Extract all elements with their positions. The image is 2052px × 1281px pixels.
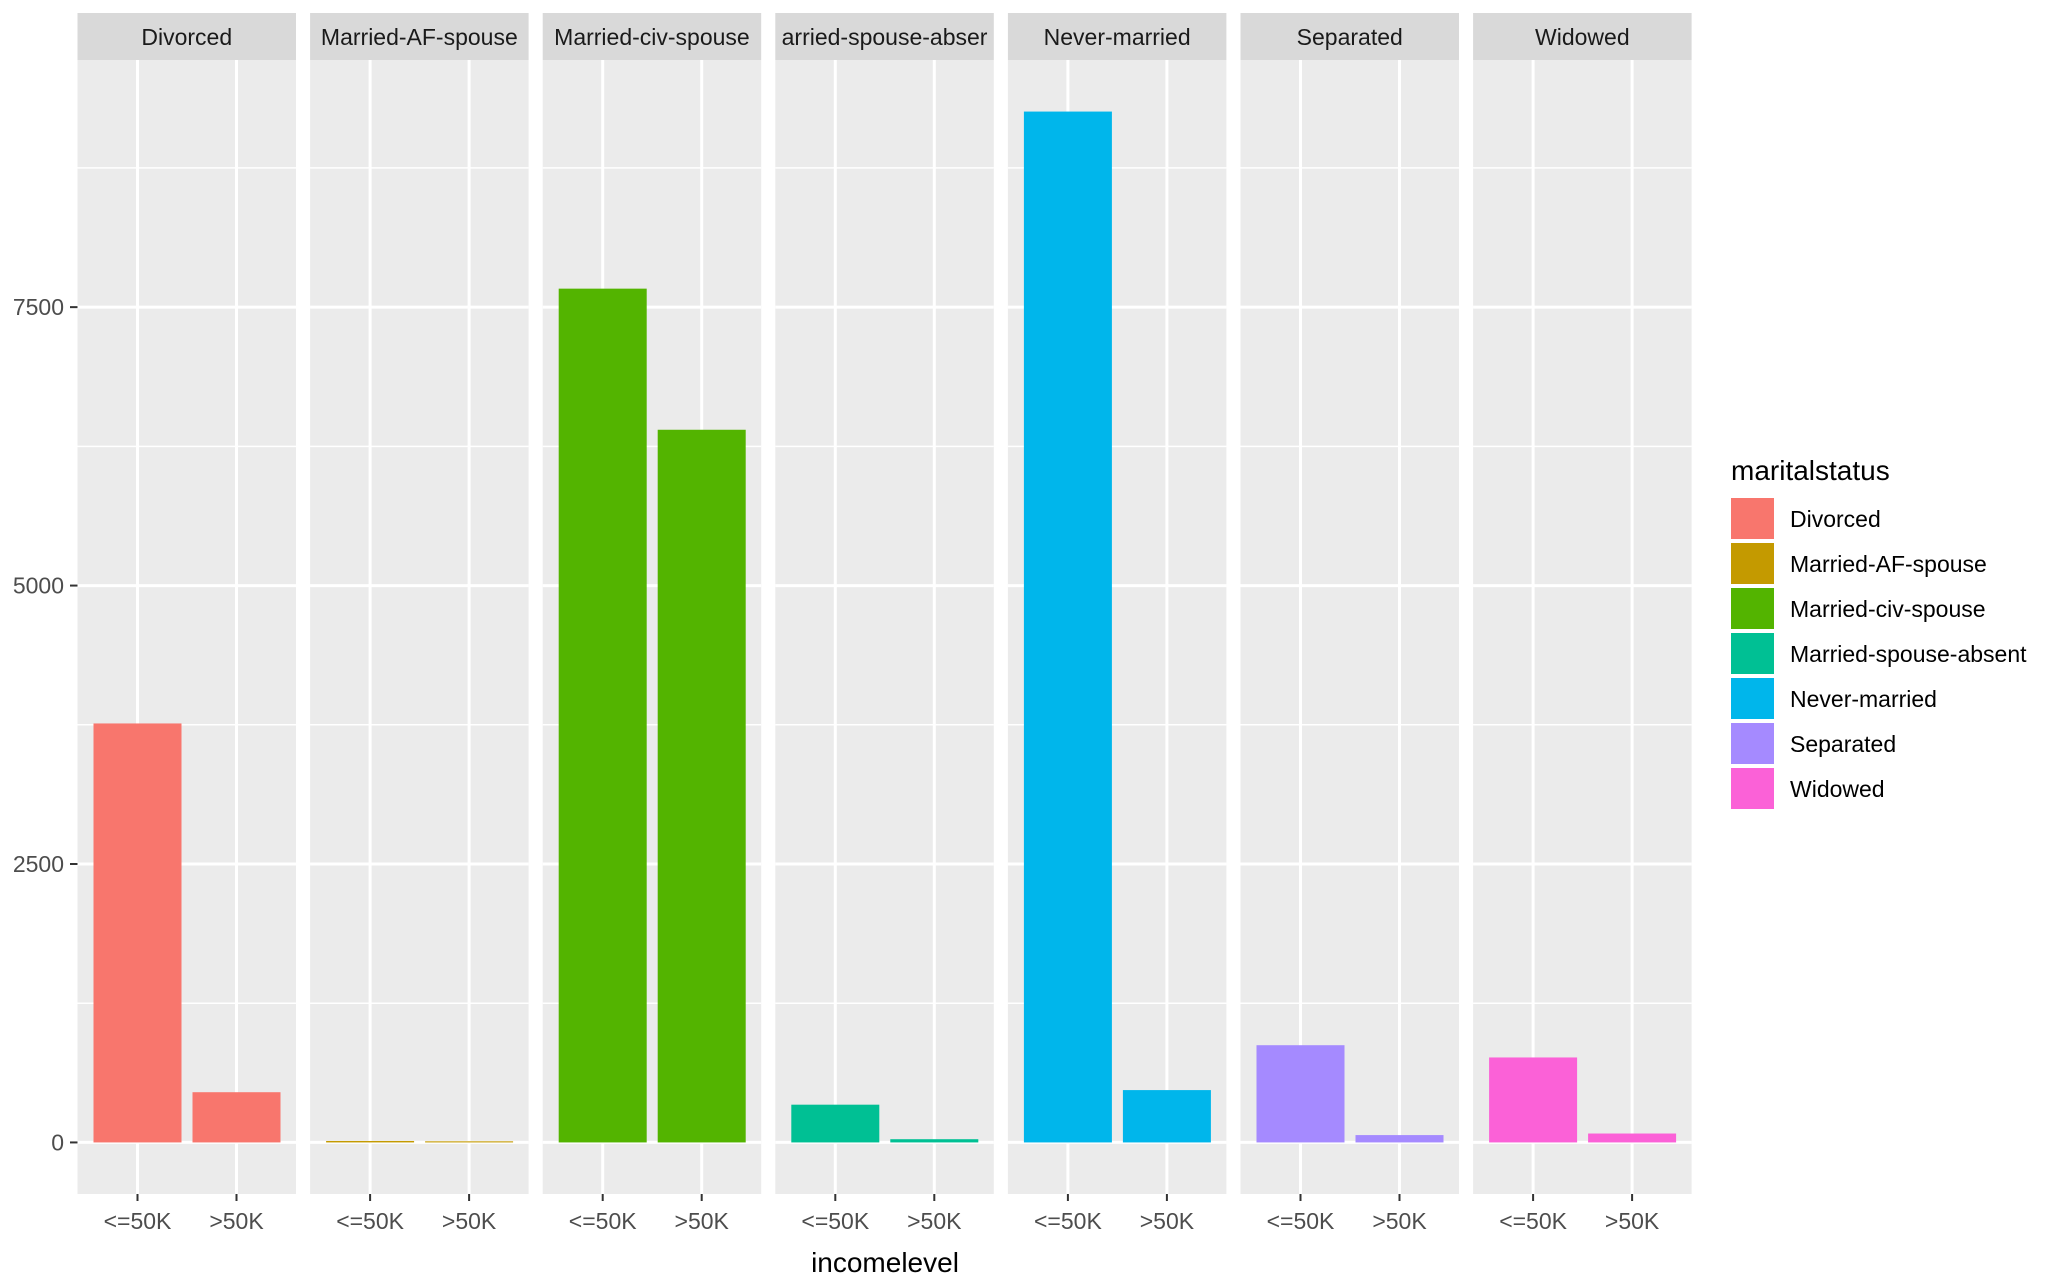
bar-gt50k	[1355, 1135, 1444, 1143]
legend-key	[1731, 588, 1774, 629]
y-tick-label: 7500	[13, 294, 64, 320]
x-tick-label: <=50K	[1267, 1208, 1335, 1234]
bar-gt50k	[657, 429, 746, 1143]
legend-label: Widowed	[1790, 776, 1885, 802]
legend-title: maritalstatus	[1731, 455, 1890, 486]
facet-panel: Never-married <=50K >50K	[1007, 13, 1227, 1234]
x-tick-label: <=50K	[336, 1208, 404, 1234]
x-tick-label: <=50K	[1034, 1208, 1102, 1234]
bar-le50k	[1256, 1045, 1345, 1143]
facet-panel: Separated <=50K >50K	[1240, 13, 1459, 1234]
bar-gt50k	[1588, 1133, 1677, 1143]
panel-background	[1240, 60, 1459, 1194]
faceted-bar-chart: Divorced <=50K >50K Married-AF-spouse <=50K >…	[13, 13, 2027, 1278]
facet-strip-label: Married-AF-spouse	[321, 24, 518, 50]
x-tick-label: <=50K	[1499, 1208, 1567, 1234]
x-tick-label: >50K	[209, 1208, 264, 1234]
bar-gt50k	[1122, 1090, 1211, 1143]
x-axis-title: incomelevel	[811, 1247, 959, 1278]
legend-item: Divorced	[1731, 498, 1881, 539]
legend-item: Separated	[1731, 723, 1896, 764]
facet-panel: Divorced <=50K >50K	[77, 13, 296, 1234]
x-tick-label: <=50K	[801, 1208, 869, 1234]
legend-item: Widowed	[1731, 768, 1885, 809]
bar-le50k	[93, 723, 182, 1143]
facet-strip-label: Never-married	[1044, 24, 1191, 50]
facet-strip-label: Married-civ-spouse	[554, 24, 750, 50]
bar-gt50k	[425, 1141, 514, 1143]
bar-le50k	[1023, 111, 1112, 1143]
y-tick-label: 5000	[13, 573, 64, 599]
bar-le50k	[791, 1104, 880, 1143]
facet-panel: Married-civ-spouse <=50K >50K	[542, 13, 762, 1234]
legend-key	[1731, 633, 1774, 674]
x-tick-label: <=50K	[569, 1208, 637, 1234]
facet-strip-label: Separated	[1297, 24, 1403, 50]
legend-label: Married-civ-spouse	[1790, 596, 1986, 622]
bar-gt50k	[890, 1139, 979, 1143]
legend-key	[1731, 768, 1774, 809]
x-tick-label: >50K	[675, 1208, 730, 1234]
facet-strip-label: Widowed	[1535, 24, 1630, 50]
facet-panels: Divorced <=50K >50K Married-AF-spouse <=50K >…	[77, 13, 1692, 1234]
legend-key	[1731, 678, 1774, 719]
facet-strip-label: Divorced	[141, 24, 232, 50]
facet-panel: Widowed <=50K >50K	[1473, 13, 1692, 1234]
x-tick-label: >50K	[1605, 1208, 1660, 1234]
legend-label: Separated	[1790, 731, 1896, 757]
bar-le50k	[1489, 1057, 1578, 1143]
x-tick-label: >50K	[907, 1208, 962, 1234]
legend-item: Never-married	[1731, 678, 1937, 719]
panel-background	[310, 60, 529, 1194]
bar-gt50k	[192, 1092, 281, 1143]
legend-label: Divorced	[1790, 506, 1881, 532]
panel-background	[1473, 60, 1692, 1194]
panel-background	[775, 60, 994, 1194]
legend-key	[1731, 543, 1774, 584]
legend-key	[1731, 723, 1774, 764]
x-tick-label: >50K	[1372, 1208, 1427, 1234]
x-tick-label: <=50K	[104, 1208, 172, 1234]
legend-item: Married-AF-spouse	[1731, 543, 1987, 584]
legend: maritalstatus Divorced Married-AF-spouse M…	[1731, 455, 2027, 809]
legend-item: Married-civ-spouse	[1731, 588, 1986, 629]
legend-label: Married-AF-spouse	[1790, 551, 1987, 577]
bar-le50k	[326, 1140, 415, 1143]
y-tick-label: 2500	[13, 851, 64, 877]
x-tick-label: >50K	[1140, 1208, 1195, 1234]
y-tick-label: 0	[51, 1129, 64, 1155]
bar-le50k	[558, 288, 647, 1143]
x-tick-label: >50K	[442, 1208, 497, 1234]
facet-panel: arried-spouse-abser <=50K >50K	[775, 13, 994, 1234]
legend-label: Never-married	[1790, 686, 1937, 712]
facet-panel: Married-AF-spouse <=50K >50K	[310, 13, 529, 1234]
legend-key	[1731, 498, 1774, 539]
legend-label: Married-spouse-absent	[1790, 641, 2027, 667]
y-axis: 0 2500 5000 7500	[13, 294, 78, 1155]
facet-strip-label: arried-spouse-abser	[782, 24, 988, 50]
legend-item: Married-spouse-absent	[1731, 633, 2027, 674]
